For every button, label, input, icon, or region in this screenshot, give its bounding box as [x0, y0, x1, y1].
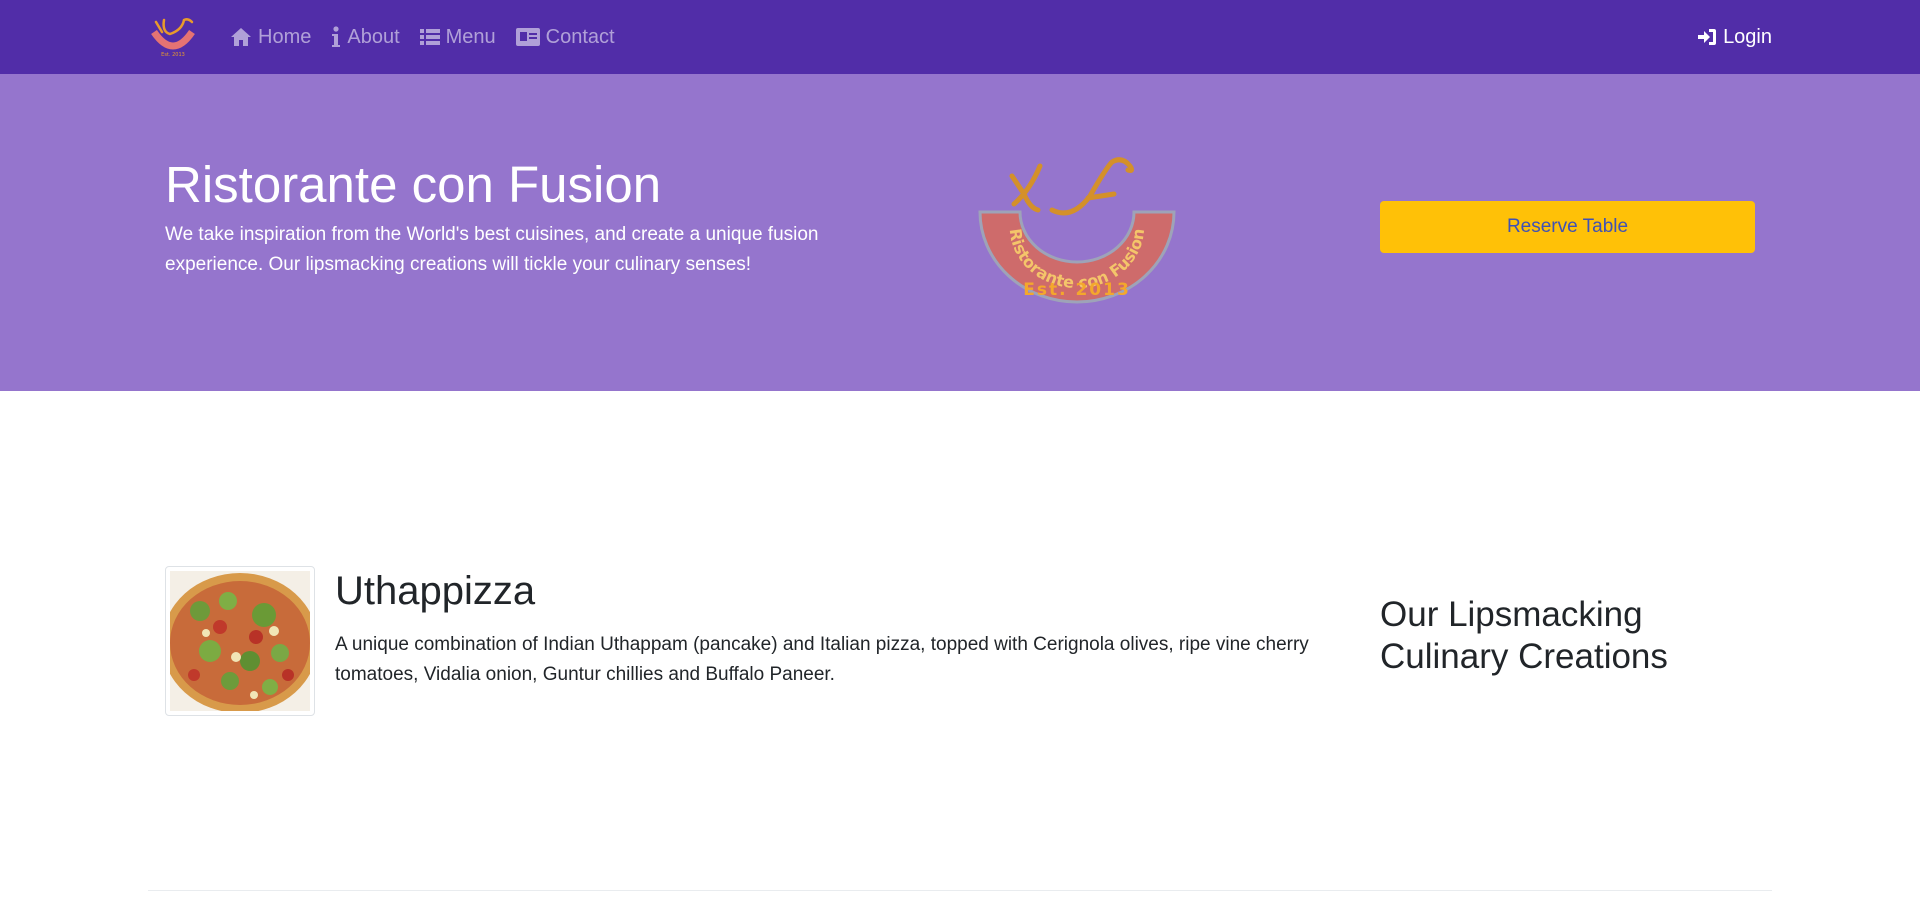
nav-links: Home About Menu Contact: [230, 0, 615, 74]
nav-about-link[interactable]: About: [331, 25, 400, 49]
logo-est-text: Est. 2013: [1023, 280, 1131, 300]
sign-in-icon: [1698, 29, 1717, 45]
nav-about-label: About: [347, 25, 400, 48]
reserve-table-button[interactable]: Reserve Table: [1380, 201, 1755, 253]
nav-menu-link[interactable]: Menu: [419, 25, 496, 49]
dish-description: A unique combination of Indian Uthappam …: [335, 634, 1309, 685]
nav-contact-label: Contact: [545, 25, 615, 48]
nav-home-link[interactable]: Home: [230, 26, 311, 49]
info-icon: [332, 26, 341, 47]
section-divider: [148, 890, 1772, 891]
address-card-icon: [515, 28, 540, 46]
navbar: Est. 2013 Home About Menu Contact Login: [0, 0, 1920, 74]
restaurant-logo-large: Ristorante con Fusion Est. 2013: [978, 157, 1176, 304]
creations-heading: Our Lipsmacking Culinary Creations: [1380, 595, 1668, 676]
restaurant-title: Ristorante con Fusion: [165, 156, 662, 213]
nav-menu-label: Menu: [445, 25, 496, 48]
dish-title: Uthappizza: [335, 569, 536, 613]
restaurant-tagline: We take inspiration from the World's bes…: [165, 224, 819, 275]
pizza-image: [162, 571, 318, 713]
login-button[interactable]: Login: [1697, 0, 1772, 74]
dish-image: [162, 566, 318, 716]
jumbotron: Ristorante con Fusion We take inspiratio…: [0, 74, 1920, 391]
login-label: Login: [1723, 25, 1772, 48]
svg-text:Est. 2013: Est. 2013: [161, 52, 185, 58]
restaurant-logo[interactable]: Est. 2013: [148, 16, 198, 58]
list-icon: [419, 29, 440, 45]
home-icon: [231, 28, 251, 46]
nav-contact-link[interactable]: Contact: [515, 25, 615, 49]
nav-home-label: Home: [258, 25, 312, 48]
